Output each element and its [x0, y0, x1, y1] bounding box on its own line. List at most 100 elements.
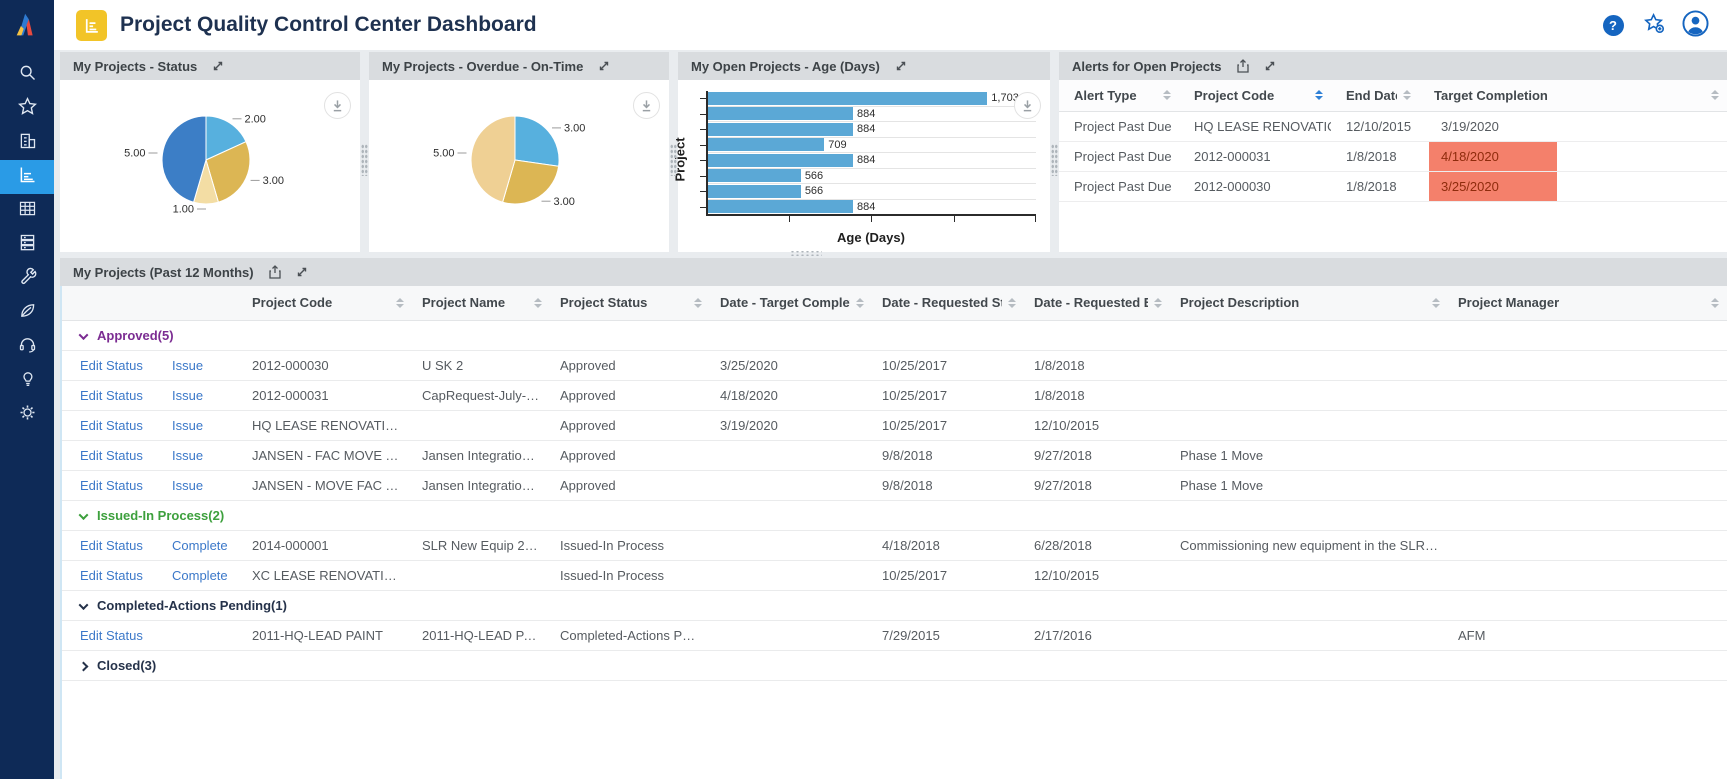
row-resize-handle[interactable]: [790, 250, 822, 257]
download-chart-button[interactable]: [1014, 92, 1041, 119]
sort-icon[interactable]: [1309, 90, 1323, 100]
table-row[interactable]: Edit StatusIssue2012-000030U SK 2Approve…: [62, 350, 1727, 380]
projects-column-header[interactable]: Project Code: [242, 286, 412, 320]
edit-status-link[interactable]: Edit Status: [80, 448, 143, 463]
row-action-link[interactable]: Issue: [172, 358, 203, 373]
download-chart-button[interactable]: [324, 92, 351, 119]
panel-resize-handle[interactable]: [1051, 144, 1058, 176]
download-chart-button[interactable]: [633, 92, 660, 119]
row-action-link[interactable]: Issue: [172, 388, 203, 403]
sidebar-item-settings[interactable]: [0, 398, 54, 432]
alerts-row[interactable]: Project Past Due2012-0000301/8/20183/25/…: [1059, 171, 1727, 201]
group-row[interactable]: Issued-In Process(2): [62, 500, 1727, 530]
alerts-column-header[interactable]: End Date: [1331, 80, 1419, 111]
panel-resize-handle[interactable]: [361, 144, 368, 176]
group-row[interactable]: Completed-Actions Pending(1): [62, 590, 1727, 620]
alerts-row[interactable]: Project Past DueHQ LEASE RENOVATIONS12/1…: [1059, 111, 1727, 141]
alerts-column-header[interactable]: Project Code: [1179, 80, 1331, 111]
sidebar-item-buildings[interactable]: [0, 126, 54, 160]
sort-icon[interactable]: [1705, 298, 1719, 308]
table-row[interactable]: Edit StatusIssueJANSEN - MOVE FAC TO SRL…: [62, 470, 1727, 500]
row-action-link[interactable]: Issue: [172, 418, 203, 433]
row-action-link[interactable]: Complete: [172, 568, 228, 583]
alerts-column-header[interactable]: Target Completion: [1419, 80, 1727, 111]
table-row[interactable]: Edit StatusIssue2012-000031CapRequest-Ju…: [62, 380, 1727, 410]
bar[interactable]: [708, 123, 853, 136]
projects-column-header[interactable]: Project Status: [550, 286, 710, 320]
projects-column-header[interactable]: Date - Target Completion: [710, 286, 872, 320]
sidebar-item-ideas[interactable]: [0, 364, 54, 398]
edit-status-link[interactable]: Edit Status: [80, 418, 143, 433]
table-row[interactable]: Edit StatusIssueJANSEN - FAC MOVE TO SRL…: [62, 440, 1727, 470]
group-row[interactable]: Closed(3): [62, 650, 1727, 680]
edit-status-link[interactable]: Edit Status: [80, 628, 143, 643]
data-cell: Issued-In Process: [550, 560, 710, 590]
sidebar-item-planning-board[interactable]: [0, 194, 54, 228]
table-row[interactable]: Edit StatusCompleteXC LEASE RENOVATIONSI…: [62, 560, 1727, 590]
table-row[interactable]: Edit StatusComplete2014-000001SLR New Eq…: [62, 530, 1727, 560]
sort-icon[interactable]: [688, 298, 702, 308]
sort-icon[interactable]: [1426, 298, 1440, 308]
bar[interactable]: [708, 92, 987, 105]
data-cell: [1448, 410, 1727, 440]
expand-icon[interactable]: [895, 60, 907, 72]
bar[interactable]: [708, 138, 824, 151]
projects-column-header[interactable]: Date - Requested End: [1024, 286, 1170, 320]
expand-icon[interactable]: [296, 266, 308, 278]
pie-slice[interactable]: [515, 116, 559, 166]
sidebar-item-favorites[interactable]: [0, 92, 54, 126]
row-action-link[interactable]: Issue: [172, 478, 203, 493]
bar-value-label: 884: [857, 154, 875, 166]
help-button[interactable]: ?: [1601, 13, 1625, 37]
sidebar-item-data-tables[interactable]: [0, 228, 54, 262]
projects-column-header[interactable]: Project Manager: [1448, 286, 1727, 320]
sort-icon[interactable]: [1705, 90, 1719, 100]
sidebar-item-support[interactable]: [0, 330, 54, 364]
table-row[interactable]: Edit StatusIssueHQ LEASE RENOVATIONSAppr…: [62, 410, 1727, 440]
export-icon[interactable]: [1237, 59, 1249, 73]
sort-icon[interactable]: [390, 298, 404, 308]
user-avatar[interactable]: [1683, 13, 1707, 37]
edit-status-link[interactable]: Edit Status: [80, 388, 143, 403]
bar[interactable]: [708, 154, 853, 167]
sidebar-item-dashboard[interactable]: [0, 160, 54, 194]
sort-icon[interactable]: [1397, 90, 1411, 100]
export-icon[interactable]: [269, 265, 281, 279]
bar[interactable]: [708, 169, 801, 182]
chevron-right-icon[interactable]: [79, 661, 89, 671]
chevron-down-icon[interactable]: [79, 510, 89, 520]
sort-icon[interactable]: [1002, 298, 1016, 308]
expand-icon[interactable]: [212, 60, 224, 72]
edit-status-link[interactable]: Edit Status: [80, 478, 143, 493]
app-logo[interactable]: [0, 0, 54, 50]
chevron-down-icon[interactable]: [79, 330, 89, 340]
edit-status-link[interactable]: Edit Status: [80, 538, 143, 553]
bar[interactable]: [708, 185, 801, 198]
expand-icon[interactable]: [1264, 60, 1276, 72]
table-row[interactable]: Edit Status2011-HQ-LEAD PAINT2011-HQ-LEA…: [62, 620, 1727, 650]
projects-column-header[interactable]: Project Name: [412, 286, 550, 320]
panel-resize-handle[interactable]: [670, 144, 677, 176]
sort-icon[interactable]: [528, 298, 542, 308]
alerts-row[interactable]: Project Past Due2012-0000311/8/20184/18/…: [1059, 141, 1727, 171]
projects-column-header[interactable]: Date - Requested Start: [872, 286, 1024, 320]
projects-column-header[interactable]: Project Description: [1170, 286, 1448, 320]
bar[interactable]: [708, 107, 853, 120]
sort-icon[interactable]: [1148, 298, 1162, 308]
chevron-down-icon[interactable]: [79, 600, 89, 610]
add-favorite-button[interactable]: [1642, 13, 1666, 37]
sort-icon[interactable]: [850, 298, 864, 308]
sort-icon[interactable]: [1157, 90, 1171, 100]
alerts-column-header[interactable]: Alert Type: [1059, 80, 1179, 111]
sidebar-item-tools[interactable]: [0, 262, 54, 296]
bar[interactable]: [708, 200, 853, 213]
expand-icon[interactable]: [598, 60, 610, 72]
edit-status-link[interactable]: Edit Status: [80, 568, 143, 583]
group-row[interactable]: Approved(5): [62, 320, 1727, 350]
sidebar-item-sustainability[interactable]: [0, 296, 54, 330]
sidebar-item-search[interactable]: [0, 58, 54, 92]
target-completion-cell: 3/25/2020: [1419, 171, 1727, 201]
edit-status-link[interactable]: Edit Status: [80, 358, 143, 373]
row-action-link[interactable]: Complete: [172, 538, 228, 553]
row-action-link[interactable]: Issue: [172, 448, 203, 463]
